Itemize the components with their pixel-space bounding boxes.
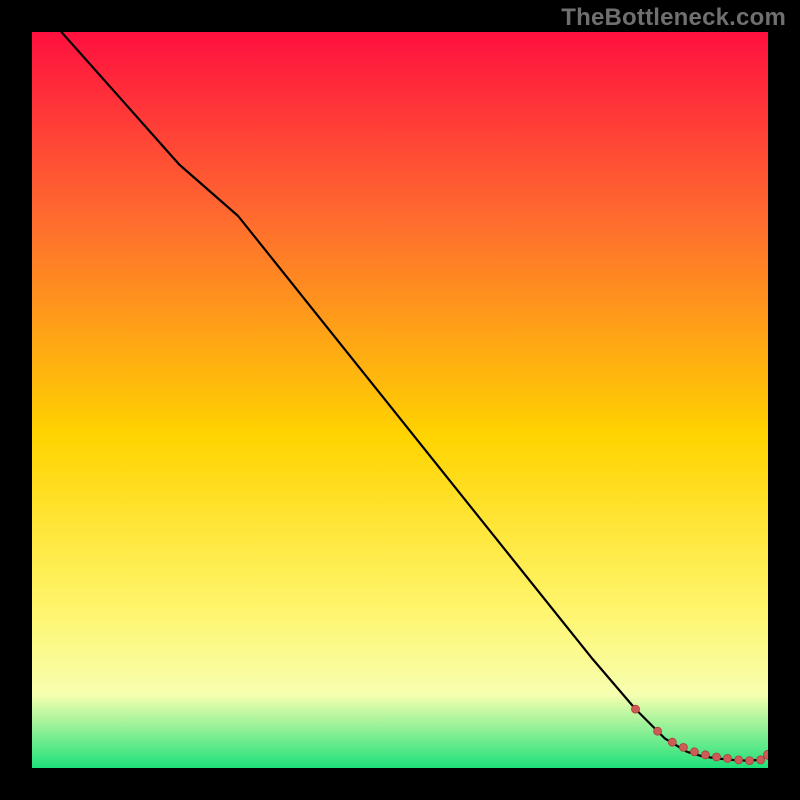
plot-area	[32, 32, 768, 768]
marker-point	[735, 756, 743, 764]
marker-point	[724, 754, 732, 762]
gradient-background	[32, 32, 768, 768]
plot-svg	[32, 32, 768, 768]
marker-point	[654, 727, 662, 735]
marker-point	[668, 738, 676, 746]
marker-point	[679, 743, 687, 751]
chart-frame: TheBottleneck.com	[0, 0, 800, 800]
marker-point	[701, 751, 709, 759]
marker-point	[690, 748, 698, 756]
marker-point	[746, 757, 754, 765]
marker-point	[632, 705, 640, 713]
marker-point	[713, 753, 721, 761]
marker-point	[757, 756, 765, 764]
watermark-text: TheBottleneck.com	[561, 4, 786, 32]
